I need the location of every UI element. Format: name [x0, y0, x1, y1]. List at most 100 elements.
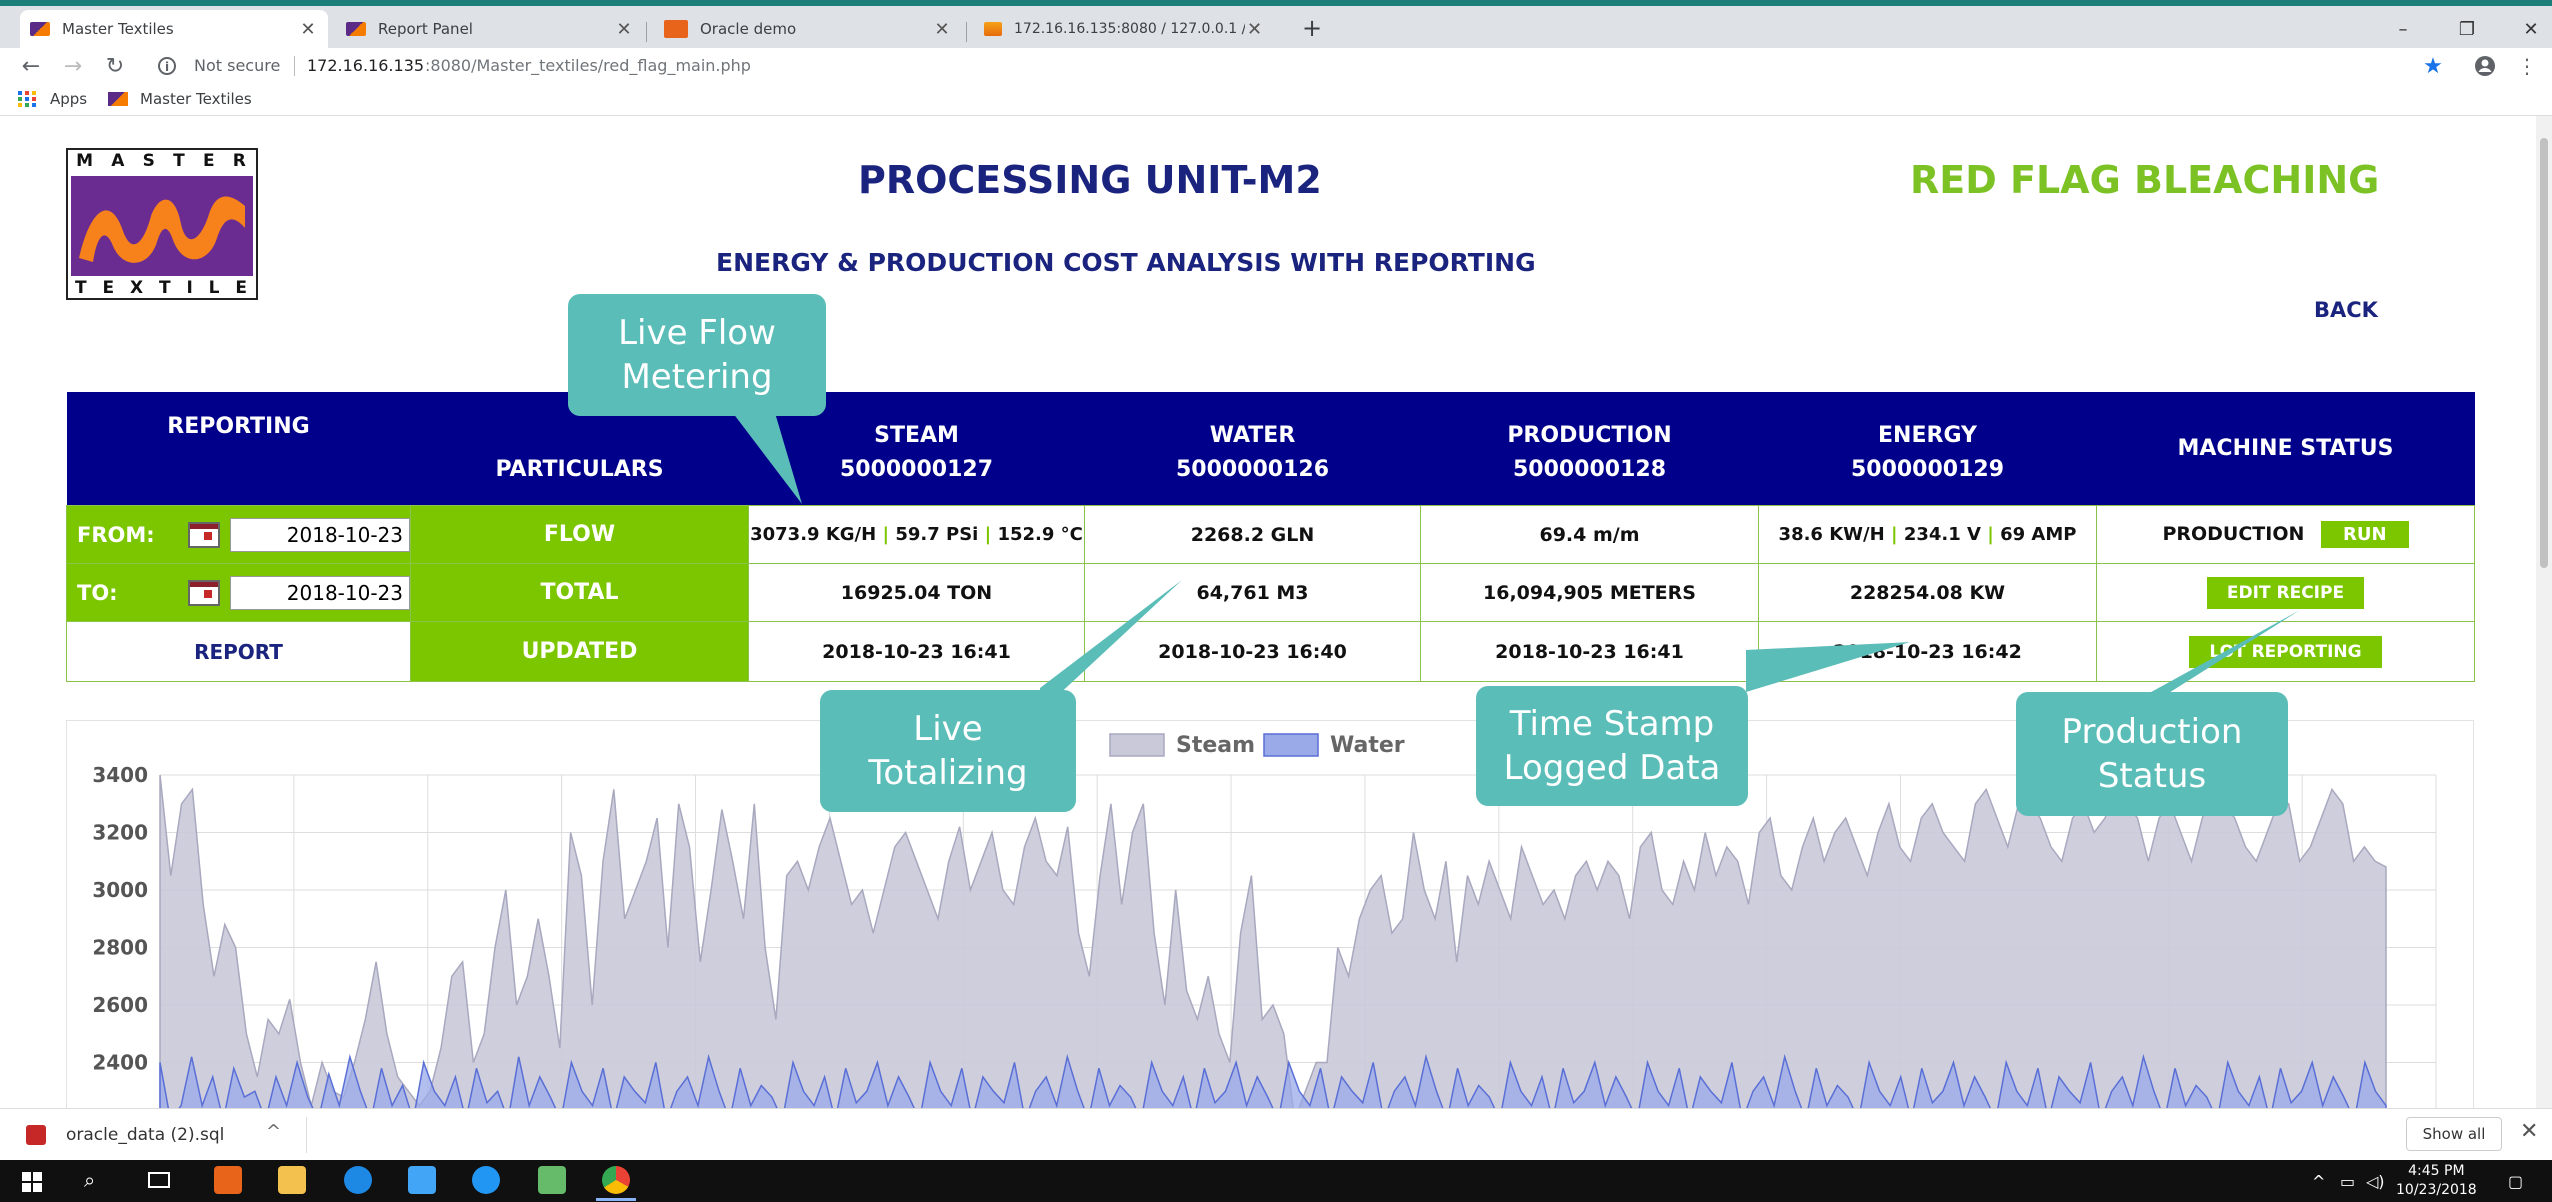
reload-icon[interactable]: ↻: [98, 48, 132, 84]
close-window-button[interactable]: ✕: [2508, 14, 2552, 44]
legend-swatch-steam: [1109, 733, 1165, 757]
tab-oracle-demo[interactable]: Oracle demo ✕: [654, 10, 962, 48]
header-machine-status: MACHINE STATUS: [2096, 392, 2475, 506]
tab-title: Report Panel: [378, 20, 473, 38]
header-label: ENERGY: [1878, 423, 1977, 448]
notepad-icon[interactable]: [538, 1166, 566, 1194]
bookmark-apps[interactable]: Apps: [18, 90, 87, 108]
close-tab-icon[interactable]: ✕: [614, 19, 634, 40]
bookmarks-bar: Apps Master Textiles: [0, 84, 2552, 116]
production-flow: 69.4 m/m: [1420, 505, 1759, 564]
edge-browser-icon[interactable]: [344, 1166, 372, 1194]
minimize-button[interactable]: –: [2380, 14, 2426, 44]
calendar-icon[interactable]: [188, 579, 220, 606]
scrollbar-thumb[interactable]: [2540, 138, 2548, 568]
report-button[interactable]: REPORT: [194, 640, 283, 664]
volume-icon[interactable]: ◁): [2366, 1172, 2385, 1191]
tab-title: 172.16.16.135:8080 / 127.0.0.1 / c: [1014, 21, 1246, 37]
callout-line: Live Flow: [618, 313, 776, 353]
windows-start-icon[interactable]: [22, 1172, 42, 1192]
security-label: Not secure: [194, 56, 281, 75]
logo-letter: T: [74, 278, 89, 298]
file-explorer-icon[interactable]: [278, 1166, 306, 1194]
y-tick-label: 2800: [92, 936, 148, 960]
to-date-input[interactable]: [230, 575, 410, 610]
logo-letter: E: [102, 278, 117, 298]
metrics-table: REPORTING PARTICULARS STEAM 5000000127 W…: [66, 392, 2475, 682]
water-flow: 2268.2 GLN: [1084, 505, 1421, 564]
close-tab-icon[interactable]: ✕: [1245, 19, 1264, 40]
notifications-icon[interactable]: ▢: [2508, 1172, 2523, 1191]
network-icon[interactable]: ▭: [2340, 1172, 2355, 1191]
store-icon[interactable]: [408, 1166, 436, 1194]
header-reporting: REPORTING: [66, 392, 411, 506]
header-label: STEAM: [874, 423, 959, 448]
browser-menu-icon[interactable]: ⋮: [2510, 48, 2544, 84]
back-arrow-icon[interactable]: ←: [14, 48, 48, 84]
energy-current: 69 AMP: [2000, 524, 2077, 545]
callout-line: Live: [913, 709, 983, 749]
apps-grid-icon: [18, 91, 36, 107]
header-production: PRODUCTION 5000000128: [1420, 392, 1759, 506]
to-date-cell: TO:: [66, 563, 411, 622]
forward-arrow-icon[interactable]: →: [56, 48, 90, 84]
download-filename[interactable]: oracle_data (2).sql: [66, 1125, 224, 1145]
search-icon[interactable]: ⌕: [84, 1168, 95, 1192]
master-textile-logo: M A S T E R T E X T I L E: [66, 148, 258, 300]
status-label: PRODUCTION: [2162, 523, 2305, 545]
chrome-app-icon[interactable]: [602, 1166, 630, 1194]
edit-recipe-button[interactable]: EDIT RECIPE: [2206, 576, 2365, 609]
lot-reporting-button[interactable]: LOT REPORTING: [2189, 635, 2382, 668]
page-subtitle: ENERGY & PRODUCTION COST ANALYSIS WITH R…: [716, 248, 1536, 277]
calendar-icon[interactable]: [188, 521, 220, 548]
from-date-input[interactable]: [230, 517, 410, 552]
tab-divider: [646, 22, 647, 42]
production-total: 16,094,905 METERS: [1420, 563, 1759, 622]
master-textiles-favicon: [30, 22, 50, 36]
tray-chevron-icon[interactable]: ^: [2312, 1172, 2325, 1191]
chevron-up-icon[interactable]: ^: [266, 1121, 281, 1142]
bookmark-star-icon[interactable]: ★: [2416, 48, 2450, 84]
section-title: RED FLAG BLEACHING: [1910, 158, 2380, 202]
new-tab-button[interactable]: +: [1302, 14, 1322, 42]
separator: |: [1987, 524, 1994, 545]
legend-swatch-water: [1263, 733, 1319, 757]
back-link[interactable]: BACK: [2314, 298, 2378, 322]
url-host[interactable]: 172.16.16.135: [307, 56, 424, 75]
close-shelf-icon[interactable]: ✕: [2520, 1119, 2538, 1144]
account-icon[interactable]: [2468, 48, 2502, 84]
site-info-icon[interactable]: i: [158, 57, 176, 75]
close-tab-icon[interactable]: ✕: [932, 19, 952, 40]
callout-production-status: Production Status: [2016, 692, 2288, 816]
callout-line: Metering: [621, 357, 773, 397]
restore-button[interactable]: ❐: [2444, 14, 2490, 44]
shelf-divider: [306, 1117, 307, 1153]
edit-recipe-cell: EDIT RECIPE: [2096, 563, 2475, 622]
tab-phpmyadmin[interactable]: 172.16.16.135:8080 / 127.0.0.1 / c ✕: [974, 10, 1274, 48]
bookmark-label: Apps: [50, 90, 88, 108]
tab-strip: Master Textiles ✕ Report Panel ✕ Oracle …: [0, 6, 2552, 48]
close-tab-icon[interactable]: ✕: [298, 19, 318, 40]
task-view-icon[interactable]: [148, 1172, 170, 1188]
show-all-button[interactable]: Show all: [2406, 1117, 2502, 1151]
meter-id: 5000000126: [1175, 457, 1330, 482]
logo-letter: L: [208, 278, 222, 298]
browser-toolbar: ← → ↻ i Not secure 172.16.16.135 :8080/M…: [0, 48, 2552, 84]
url-path[interactable]: :8080/Master_textiles/red_flag_main.php: [425, 56, 751, 75]
tab-report-panel[interactable]: Report Panel ✕: [336, 10, 644, 48]
separator: |: [1890, 524, 1898, 545]
phpmyadmin-favicon: [984, 22, 1002, 36]
bookmark-master-textiles[interactable]: Master Textiles: [108, 90, 252, 108]
callout-live-flow: Live Flow Metering: [568, 294, 826, 416]
xampp-app-icon[interactable]: [214, 1166, 242, 1194]
oracle-favicon: [664, 20, 688, 38]
callout-line: Logged Data: [1503, 748, 1721, 788]
teamviewer-icon[interactable]: [472, 1166, 500, 1194]
tray-clock[interactable]: 4:45 PM 10/23/2018: [2396, 1162, 2477, 1200]
tab-master-textiles[interactable]: Master Textiles ✕: [20, 10, 328, 48]
row-label-updated: UPDATED: [410, 621, 749, 682]
header-label: REPORTING: [167, 414, 310, 439]
y-tick-label: 2400: [92, 1051, 148, 1075]
tray-date: 10/23/2018: [2396, 1182, 2477, 1198]
header-label: MACHINE STATUS: [2177, 435, 2394, 461]
